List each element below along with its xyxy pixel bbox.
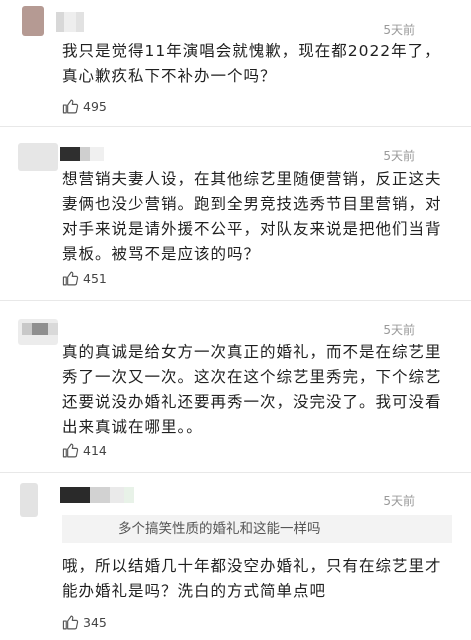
comment-time: 5天前 [383,23,415,37]
like-button[interactable]: 451 [62,268,107,288]
thumbs-up-icon [62,615,79,629]
comment-text: 哦，所以结婚几十年都没空办婚礼，只有在综艺里才 能办婚礼是吗？洗白的方式简单点吧 [62,554,462,604]
comment-line: 景板。被骂不是应该的吗？ [62,245,261,263]
comment-item: 5天前 真的真诚是给女方一次真正的婚礼，而不是在综艺里 秀了一次又一次。这次在这… [0,301,471,471]
comment-line: 秀了一次又一次。这次在这个综艺里秀完，下个综艺 [62,368,442,386]
like-count: 495 [83,98,107,114]
comment-text: 真的真诚是给女方一次真正的婚礼，而不是在综艺里 秀了一次又一次。这次在这个综艺里… [62,340,462,440]
comment-line: 还要说没办婚礼还要再秀一次，没完没了。我可没看 [62,393,442,411]
comment-line: 对手来说是请外援不公平，对队友来说是把他们当背 [62,220,442,238]
like-count: 345 [83,614,107,630]
comment-line: 能办婚礼是吗？洗白的方式简单点吧 [62,582,327,600]
username-mosaic [60,487,134,503]
comment-time: 5天前 [383,149,415,163]
comment-line: 真的真诚是给女方一次真正的婚礼，而不是在综艺里 [62,343,442,361]
avatar[interactable] [22,6,44,36]
comment-line: 出来真诚在哪里。。 [62,418,203,436]
comment-item: 5天前 多个搞笑性质的婚礼和这能一样吗 哦，所以结婚几十年都没空办婚礼，只有在综… [0,473,471,640]
like-button[interactable]: 495 [62,96,107,116]
comment-line: 我只是觉得11年演唱会就愧歉，现在都2022年了， [62,42,441,60]
avatar[interactable] [20,483,38,517]
comment-time: 5天前 [383,494,415,508]
quoted-reply: 多个搞笑性质的婚礼和这能一样吗 [62,515,452,543]
comment-line: 想营销夫妻人设，在其他综艺里随便营销，反正这夫 [62,170,442,188]
thumbs-up-icon [62,443,79,457]
avatar[interactable] [18,143,58,171]
username-mosaic [56,12,84,32]
comment-text: 我只是觉得11年演唱会就愧歉，现在都2022年了， 真心歉疚私下不补办一个吗？ [62,39,462,89]
comment-line: 真心歉疚私下不补办一个吗？ [62,67,277,85]
like-count: 451 [83,270,107,286]
like-count: 414 [83,442,107,458]
username-mosaic [22,323,58,335]
username-mosaic [60,147,104,161]
comment-line: 哦，所以结婚几十年都没空办婚礼，只有在综艺里才 [62,557,442,575]
comment-item: 5天前 想营销夫妻人设，在其他综艺里随便营销，反正这夫 妻俩也没少营销。跑到全男… [0,127,471,297]
thumbs-up-icon [62,99,79,113]
comment-text: 想营销夫妻人设，在其他综艺里随便营销，反正这夫 妻俩也没少营销。跑到全男竞技选秀… [62,167,462,267]
comment-item: 5天前 我只是觉得11年演唱会就愧歉，现在都2022年了， 真心歉疚私下不补办一… [0,0,471,122]
like-button[interactable]: 345 [62,612,107,632]
like-button[interactable]: 414 [62,440,107,460]
thumbs-up-icon [62,271,79,285]
comment-time: 5天前 [383,323,415,337]
comment-line: 妻俩也没少营销。跑到全男竞技选秀节目里营销，对 [62,195,442,213]
